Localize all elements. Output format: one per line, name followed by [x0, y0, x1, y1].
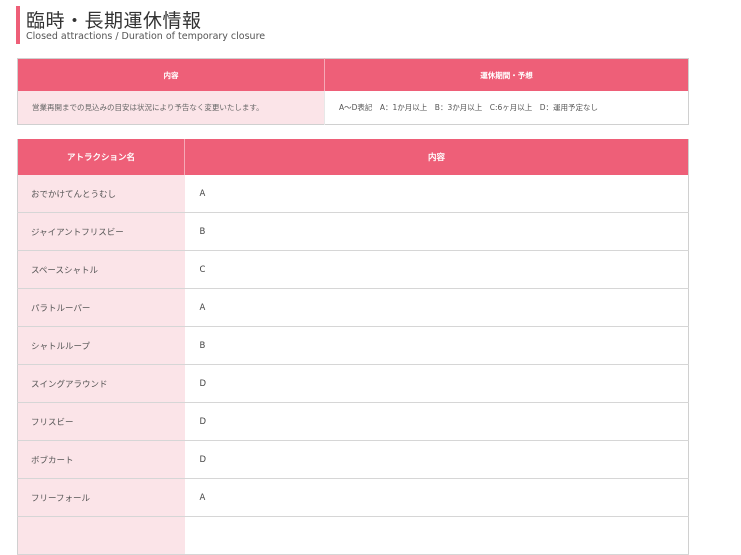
attraction-name: スペースシャトル	[17, 250, 185, 289]
info-table-row: 営業再開までの見込みの目安は状況により予告なく変更いたします。 A〜D表記 A：…	[17, 91, 689, 125]
attraction-name: フリスビー	[17, 402, 185, 441]
info-table: 内容 運休期間・予想 営業再開までの見込みの目安は状況により予告なく変更いたしま…	[17, 58, 689, 125]
attraction-name: ジャイアントフリスビー	[17, 212, 185, 251]
info-header-period: 運休期間・予想	[324, 58, 689, 91]
attraction-name: シャトルループ	[17, 326, 185, 365]
attraction-status: D	[184, 440, 689, 479]
table-row	[17, 516, 689, 555]
table-row: おでかけてんとうむし A	[17, 175, 689, 213]
info-legend: A〜D表記 A：1か月以上 B：3か月以上 C:6ヶ月以上 D：運用予定なし	[324, 91, 689, 125]
attraction-status: A	[184, 175, 689, 213]
attraction-header-name: アトラクション名	[17, 139, 185, 175]
attraction-name: フリーフォール	[17, 478, 185, 517]
attraction-table: アトラクション名 内容 おでかけてんとうむし A ジャイアントフリスビー B ス…	[17, 139, 689, 555]
page-subtitle: Closed attractions / Duration of tempora…	[26, 31, 266, 42]
attraction-status: A	[184, 288, 689, 327]
page-title: 臨時・長期運休情報	[26, 10, 202, 32]
attraction-header-status: 内容	[184, 139, 689, 175]
table-row: スペースシャトル C	[17, 250, 689, 289]
title-accent-bar	[16, 6, 20, 44]
attraction-status: D	[184, 364, 689, 403]
attraction-table-header-row: アトラクション名 内容	[17, 139, 689, 175]
attraction-name: パラトルーパー	[17, 288, 185, 327]
info-note: 営業再開までの見込みの目安は状況により予告なく変更いたします。	[17, 91, 325, 125]
table-row: ボブカート D	[17, 440, 689, 479]
attraction-status	[184, 516, 689, 555]
attraction-status: D	[184, 402, 689, 441]
table-row: パラトルーパー A	[17, 288, 689, 327]
attraction-status: B	[184, 326, 689, 365]
table-row: フリーフォール A	[17, 478, 689, 517]
attraction-status: A	[184, 478, 689, 517]
attraction-status: B	[184, 212, 689, 251]
attraction-name: おでかけてんとうむし	[17, 175, 185, 213]
info-header-content: 内容	[17, 58, 325, 91]
table-row: スイングアラウンド D	[17, 364, 689, 403]
attraction-name	[17, 516, 185, 555]
attraction-name: スイングアラウンド	[17, 364, 185, 403]
table-row: ジャイアントフリスビー B	[17, 212, 689, 251]
table-row: シャトルループ B	[17, 326, 689, 365]
table-row: フリスビー D	[17, 402, 689, 441]
info-table-header-row: 内容 運休期間・予想	[17, 58, 689, 91]
attraction-status: C	[184, 250, 689, 289]
attraction-name: ボブカート	[17, 440, 185, 479]
